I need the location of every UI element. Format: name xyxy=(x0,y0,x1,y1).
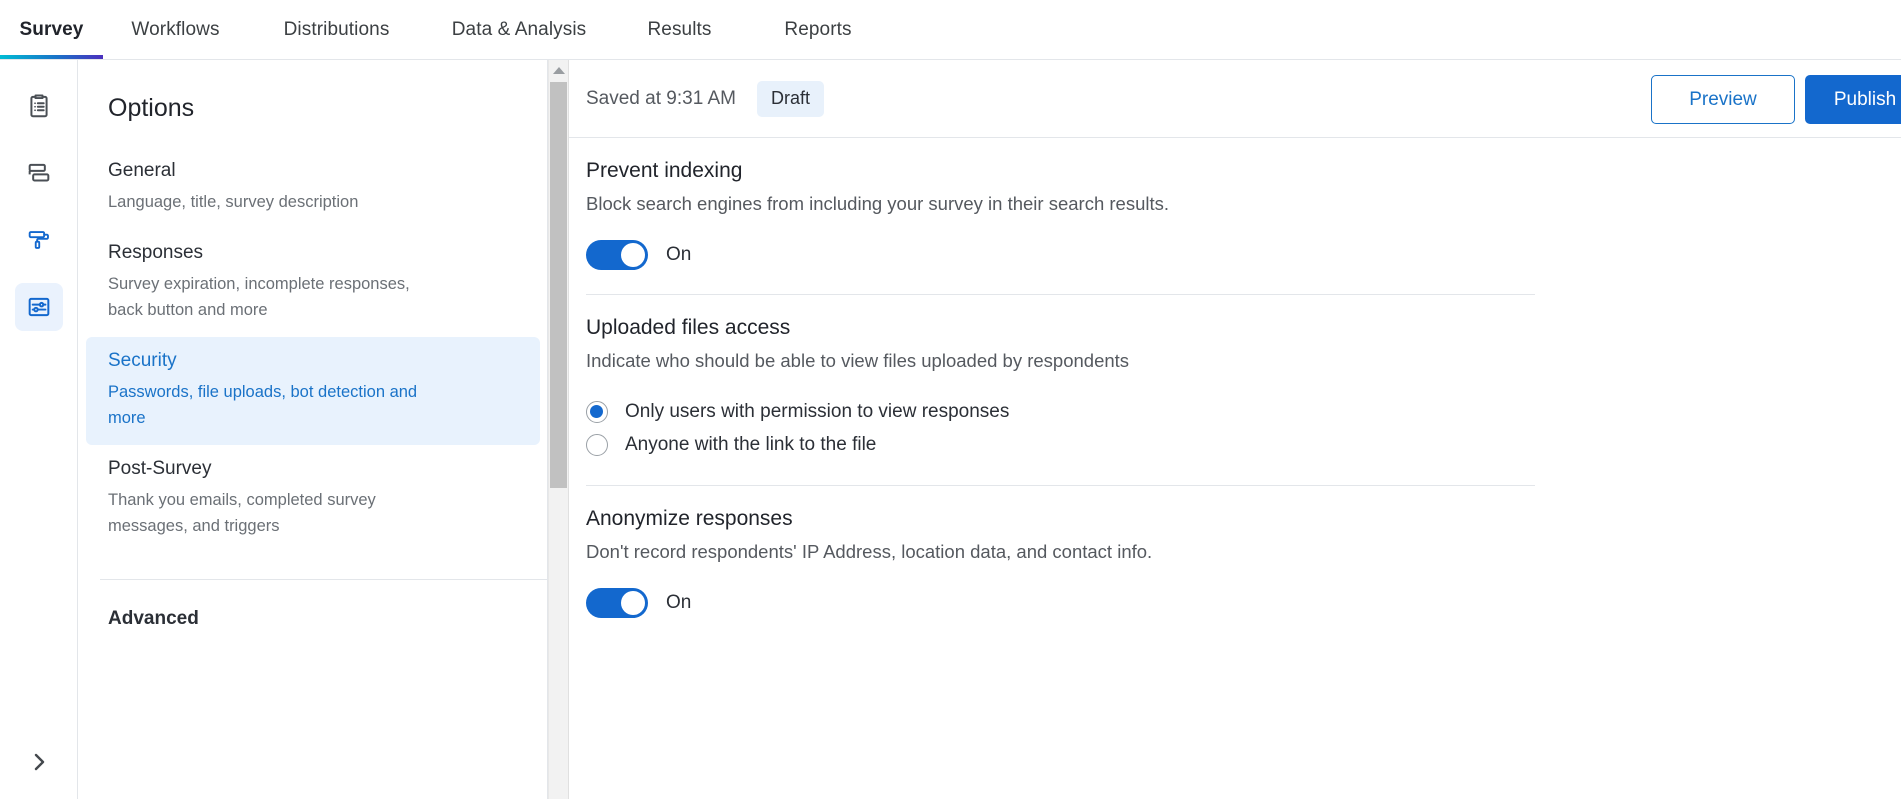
tab-survey-label: Survey xyxy=(19,18,84,40)
tab-reports[interactable]: Reports xyxy=(746,0,890,59)
section-uploaded-files-access-title: Uploaded files access xyxy=(586,316,791,339)
toggle-knob xyxy=(621,243,645,267)
options-item-post-survey-desc: Thank you emails, completed survey messa… xyxy=(108,491,376,535)
options-panel-title: Options xyxy=(108,94,195,122)
prevent-indexing-toggle-row: On xyxy=(586,240,1901,270)
section-uploaded-files-access-desc: Indicate who should be able to view file… xyxy=(586,350,1130,371)
triangle-up-icon xyxy=(552,66,565,74)
prevent-indexing-toggle[interactable] xyxy=(586,240,648,270)
status-badge: Draft xyxy=(757,80,825,117)
options-item-general-title: General xyxy=(108,160,176,181)
header-actions: Preview Publish xyxy=(1651,75,1901,124)
radio-option-only-users-with-permission[interactable]: Only users with permission to view respo… xyxy=(586,396,1901,428)
options-item-security[interactable]: Security Passwords, file uploads, bot de… xyxy=(86,337,540,445)
section-prevent-indexing-desc: Block search engines from including your… xyxy=(586,193,1170,214)
paint-roller-icon xyxy=(25,226,53,254)
options-item-post-survey[interactable]: Post-Survey Thank you emails, completed … xyxy=(86,445,540,553)
radio-icon-selected[interactable] xyxy=(586,401,608,423)
chevron-right-icon xyxy=(27,750,51,779)
survey-flow-blocks-icon xyxy=(25,159,53,187)
rail-item-survey-flow[interactable] xyxy=(15,149,63,197)
options-item-responses-desc: Survey expiration, incomplete responses,… xyxy=(108,275,410,319)
rail-item-look-and-feel[interactable] xyxy=(15,216,63,264)
tab-distributions[interactable]: Distributions xyxy=(248,0,425,59)
scrollbar-thumb[interactable] xyxy=(550,82,567,488)
toggle-knob xyxy=(621,591,645,615)
tab-data-and-analysis[interactable]: Data & Analysis xyxy=(425,0,613,59)
anonymize-responses-toggle-label: On xyxy=(666,592,692,613)
radio-icon-unselected[interactable] xyxy=(586,434,608,456)
section-uploaded-files-access: Uploaded files access Indicate who shoul… xyxy=(586,295,1901,486)
prevent-indexing-toggle-label: On xyxy=(666,244,692,265)
saved-status-text: Saved at 9:31 AM xyxy=(586,87,736,109)
anonymize-responses-toggle-row: On xyxy=(586,588,1901,618)
options-panel: Options General Language, title, survey … xyxy=(78,60,548,799)
top-navigation-bar: Survey Workflows Distributions Data & An… xyxy=(0,0,1901,60)
uploaded-files-access-radio-group: Only users with permission to view respo… xyxy=(586,396,1901,461)
options-sliders-icon xyxy=(25,293,53,321)
options-section-advanced: Advanced xyxy=(108,608,199,629)
section-prevent-indexing: Prevent indexing Block search engines fr… xyxy=(586,138,1901,295)
clipboard-list-icon xyxy=(25,92,53,120)
preview-button[interactable]: Preview xyxy=(1651,75,1795,124)
anonymize-responses-toggle[interactable] xyxy=(586,588,648,618)
radio-option-anyone-with-link[interactable]: Anyone with the link to the file xyxy=(586,429,1901,461)
options-item-responses[interactable]: Responses Survey expiration, incomplete … xyxy=(86,229,540,337)
radio-option-only-users-label: Only users with permission to view respo… xyxy=(625,401,1010,422)
security-settings-content: Prevent indexing Block search engines fr… xyxy=(569,138,1901,618)
options-item-security-title: Security xyxy=(108,350,177,371)
radio-option-anyone-with-link-label: Anyone with the link to the file xyxy=(625,434,877,455)
options-item-responses-title: Responses xyxy=(108,242,204,263)
main-header-bar: Saved at 9:31 AM Draft Preview Publish xyxy=(569,60,1901,138)
options-item-general[interactable]: General Language, title, survey descript… xyxy=(86,147,540,229)
top-tab-list: Survey Workflows Distributions Data & An… xyxy=(0,0,1901,59)
scrollbar-up-arrow-button[interactable] xyxy=(549,60,568,80)
options-item-post-survey-title: Post-Survey xyxy=(108,458,212,479)
tab-data-and-analysis-label: Data & Analysis xyxy=(451,18,587,40)
rail-item-survey-builder[interactable] xyxy=(15,82,63,130)
tab-distributions-label: Distributions xyxy=(283,18,390,40)
tab-workflows[interactable]: Workflows xyxy=(103,0,248,59)
tab-reports-label: Reports xyxy=(784,18,852,40)
expand-sidebar-button[interactable] xyxy=(0,729,78,799)
tab-survey[interactable]: Survey xyxy=(0,0,103,59)
rail-item-options[interactable] xyxy=(14,283,63,331)
tab-results[interactable]: Results xyxy=(613,0,746,59)
left-icon-rail xyxy=(0,60,78,799)
options-panel-scrollbar[interactable] xyxy=(548,60,569,799)
options-item-security-desc: Passwords, file uploads, bot detection a… xyxy=(108,383,418,427)
options-list: General Language, title, survey descript… xyxy=(78,147,547,553)
section-anonymize-responses-desc: Don't record respondents' IP Address, lo… xyxy=(586,541,1153,562)
section-anonymize-responses: Anonymize responses Don't record respond… xyxy=(586,486,1901,618)
section-prevent-indexing-title: Prevent indexing xyxy=(586,159,743,182)
section-anonymize-responses-title: Anonymize responses xyxy=(586,507,793,530)
main-content-area: Saved at 9:31 AM Draft Preview Publish P… xyxy=(569,60,1901,799)
options-item-general-desc: Language, title, survey description xyxy=(108,193,359,211)
tab-results-label: Results xyxy=(647,18,712,40)
publish-button[interactable]: Publish xyxy=(1805,75,1901,124)
tab-workflows-label: Workflows xyxy=(131,18,220,40)
